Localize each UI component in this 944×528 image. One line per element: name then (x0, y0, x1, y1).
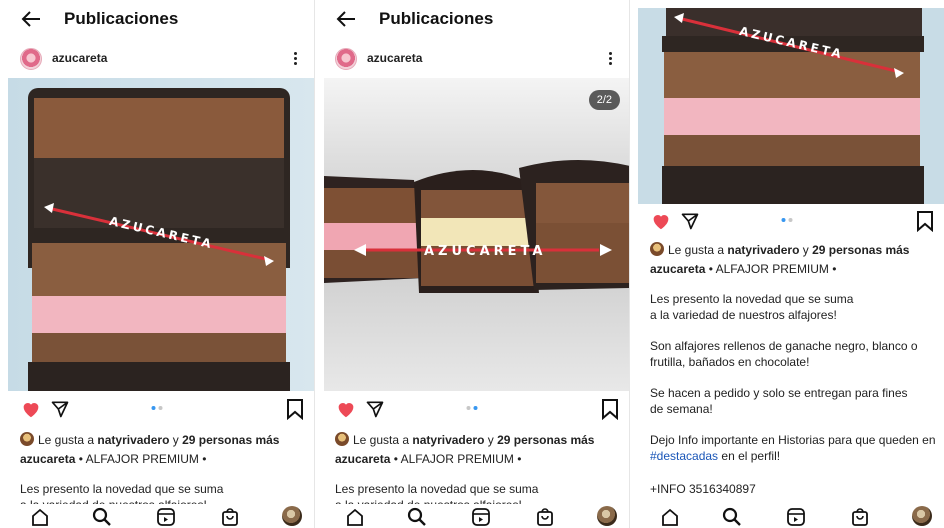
like-count[interactable]: 29 personas más (812, 243, 909, 257)
avatar[interactable] (20, 48, 42, 70)
like-count[interactable]: 29 personas más (497, 433, 594, 447)
carousel-indicator (466, 406, 478, 410)
liker-link[interactable]: natyrivadero (727, 243, 799, 257)
search-icon[interactable] (92, 507, 112, 527)
bookmark-icon[interactable] (916, 210, 934, 232)
post-screen-3: AZUCARETA Le gusta a natyrivadero y 29 p… (630, 0, 944, 528)
like-count[interactable]: 29 personas más (182, 433, 279, 447)
send-icon[interactable] (680, 211, 700, 231)
page-title: Publicaciones (379, 9, 494, 28)
post-actions (0, 398, 314, 422)
profile-avatar[interactable] (912, 506, 932, 526)
username[interactable]: azucareta (367, 51, 422, 65)
reels-icon[interactable] (471, 507, 491, 527)
carousel-counter: 2/2 (588, 90, 620, 110)
likes-line: Le gusta a natyrivadero y 29 personas má… (650, 242, 936, 257)
post-image[interactable]: AZUCARETA (8, 78, 314, 391)
likes-line: Le gusta a natyrivadero y 29 personas má… (20, 432, 306, 447)
top-bar: Publicaciones (315, 0, 629, 40)
shop-icon[interactable] (850, 507, 870, 527)
liker-avatar (335, 432, 349, 446)
caption-line: Les presento la novedad que se suma (335, 482, 539, 496)
bookmark-icon[interactable] (601, 398, 619, 420)
hashtag-link[interactable]: #destacadas (650, 449, 718, 463)
heart-icon[interactable] (20, 398, 42, 420)
post-screen-1: Publicaciones azucareta AZUCARETA Le gus… (0, 0, 314, 528)
home-icon[interactable] (30, 507, 50, 527)
caption-paragraph: Dejo Info importante en Historias para q… (650, 433, 936, 463)
post-actions (630, 210, 944, 234)
home-icon[interactable] (345, 507, 365, 527)
bottom-nav (315, 504, 629, 528)
caption-paragraph: Son alfajores rellenos de ganache negro,… (650, 339, 918, 369)
contact-info: +INFO 3516340897 (650, 482, 756, 496)
send-icon[interactable] (365, 399, 385, 419)
arrow-left-icon[interactable] (335, 8, 357, 30)
more-options-icon[interactable] (601, 48, 619, 68)
post-screen-2: Publicaciones azucareta AZUCARETA 2/2 Le… (315, 0, 629, 528)
heart-icon[interactable] (335, 398, 357, 420)
shop-icon[interactable] (535, 507, 555, 527)
bottom-nav (0, 504, 314, 528)
page-title: Publicaciones (64, 9, 179, 28)
reels-icon[interactable] (156, 507, 176, 527)
search-icon[interactable] (407, 507, 427, 527)
shop-icon[interactable] (220, 507, 240, 527)
profile-avatar[interactable] (282, 506, 302, 526)
username[interactable]: azucareta (52, 51, 107, 65)
watermark: AZUCARETA (424, 244, 546, 259)
liker-link[interactable]: natyrivadero (97, 433, 169, 447)
caption-line: Les presento la novedad que se suma (20, 482, 224, 496)
carousel-indicator (781, 218, 793, 222)
liker-link[interactable]: natyrivadero (412, 433, 484, 447)
caption-paragraph: Se hacen a pedido y solo se entregan par… (650, 386, 908, 416)
bottom-nav (630, 504, 944, 528)
bookmark-icon[interactable] (286, 398, 304, 420)
caption-header: azucareta • ALFAJOR PREMIUM • (650, 262, 837, 276)
heart-icon[interactable] (650, 210, 672, 232)
liker-avatar (20, 432, 34, 446)
post-header: azucareta (0, 46, 314, 72)
caption-line: Les presento la novedad que se suma (650, 292, 854, 306)
likes-line: Le gusta a natyrivadero y 29 personas má… (335, 432, 621, 447)
send-icon[interactable] (50, 399, 70, 419)
home-icon[interactable] (660, 507, 680, 527)
caption-header: azucareta • ALFAJOR PREMIUM • (20, 452, 207, 466)
liker-avatar (650, 242, 664, 256)
post-header: azucareta (315, 46, 629, 72)
carousel-indicator (151, 406, 163, 410)
reels-icon[interactable] (786, 507, 806, 527)
arrow-left-icon[interactable] (20, 8, 42, 30)
search-icon[interactable] (722, 507, 742, 527)
post-image[interactable]: AZUCARETA (638, 8, 944, 204)
caption-line: a la variedad de nuestros alfajores! (650, 308, 837, 322)
top-bar: Publicaciones (0, 0, 314, 40)
caption-header: azucareta • ALFAJOR PREMIUM • (335, 452, 522, 466)
post-image[interactable]: AZUCARETA 2/2 (324, 78, 629, 391)
more-options-icon[interactable] (286, 48, 304, 68)
post-actions (315, 398, 629, 422)
profile-avatar[interactable] (597, 506, 617, 526)
avatar[interactable] (335, 48, 357, 70)
